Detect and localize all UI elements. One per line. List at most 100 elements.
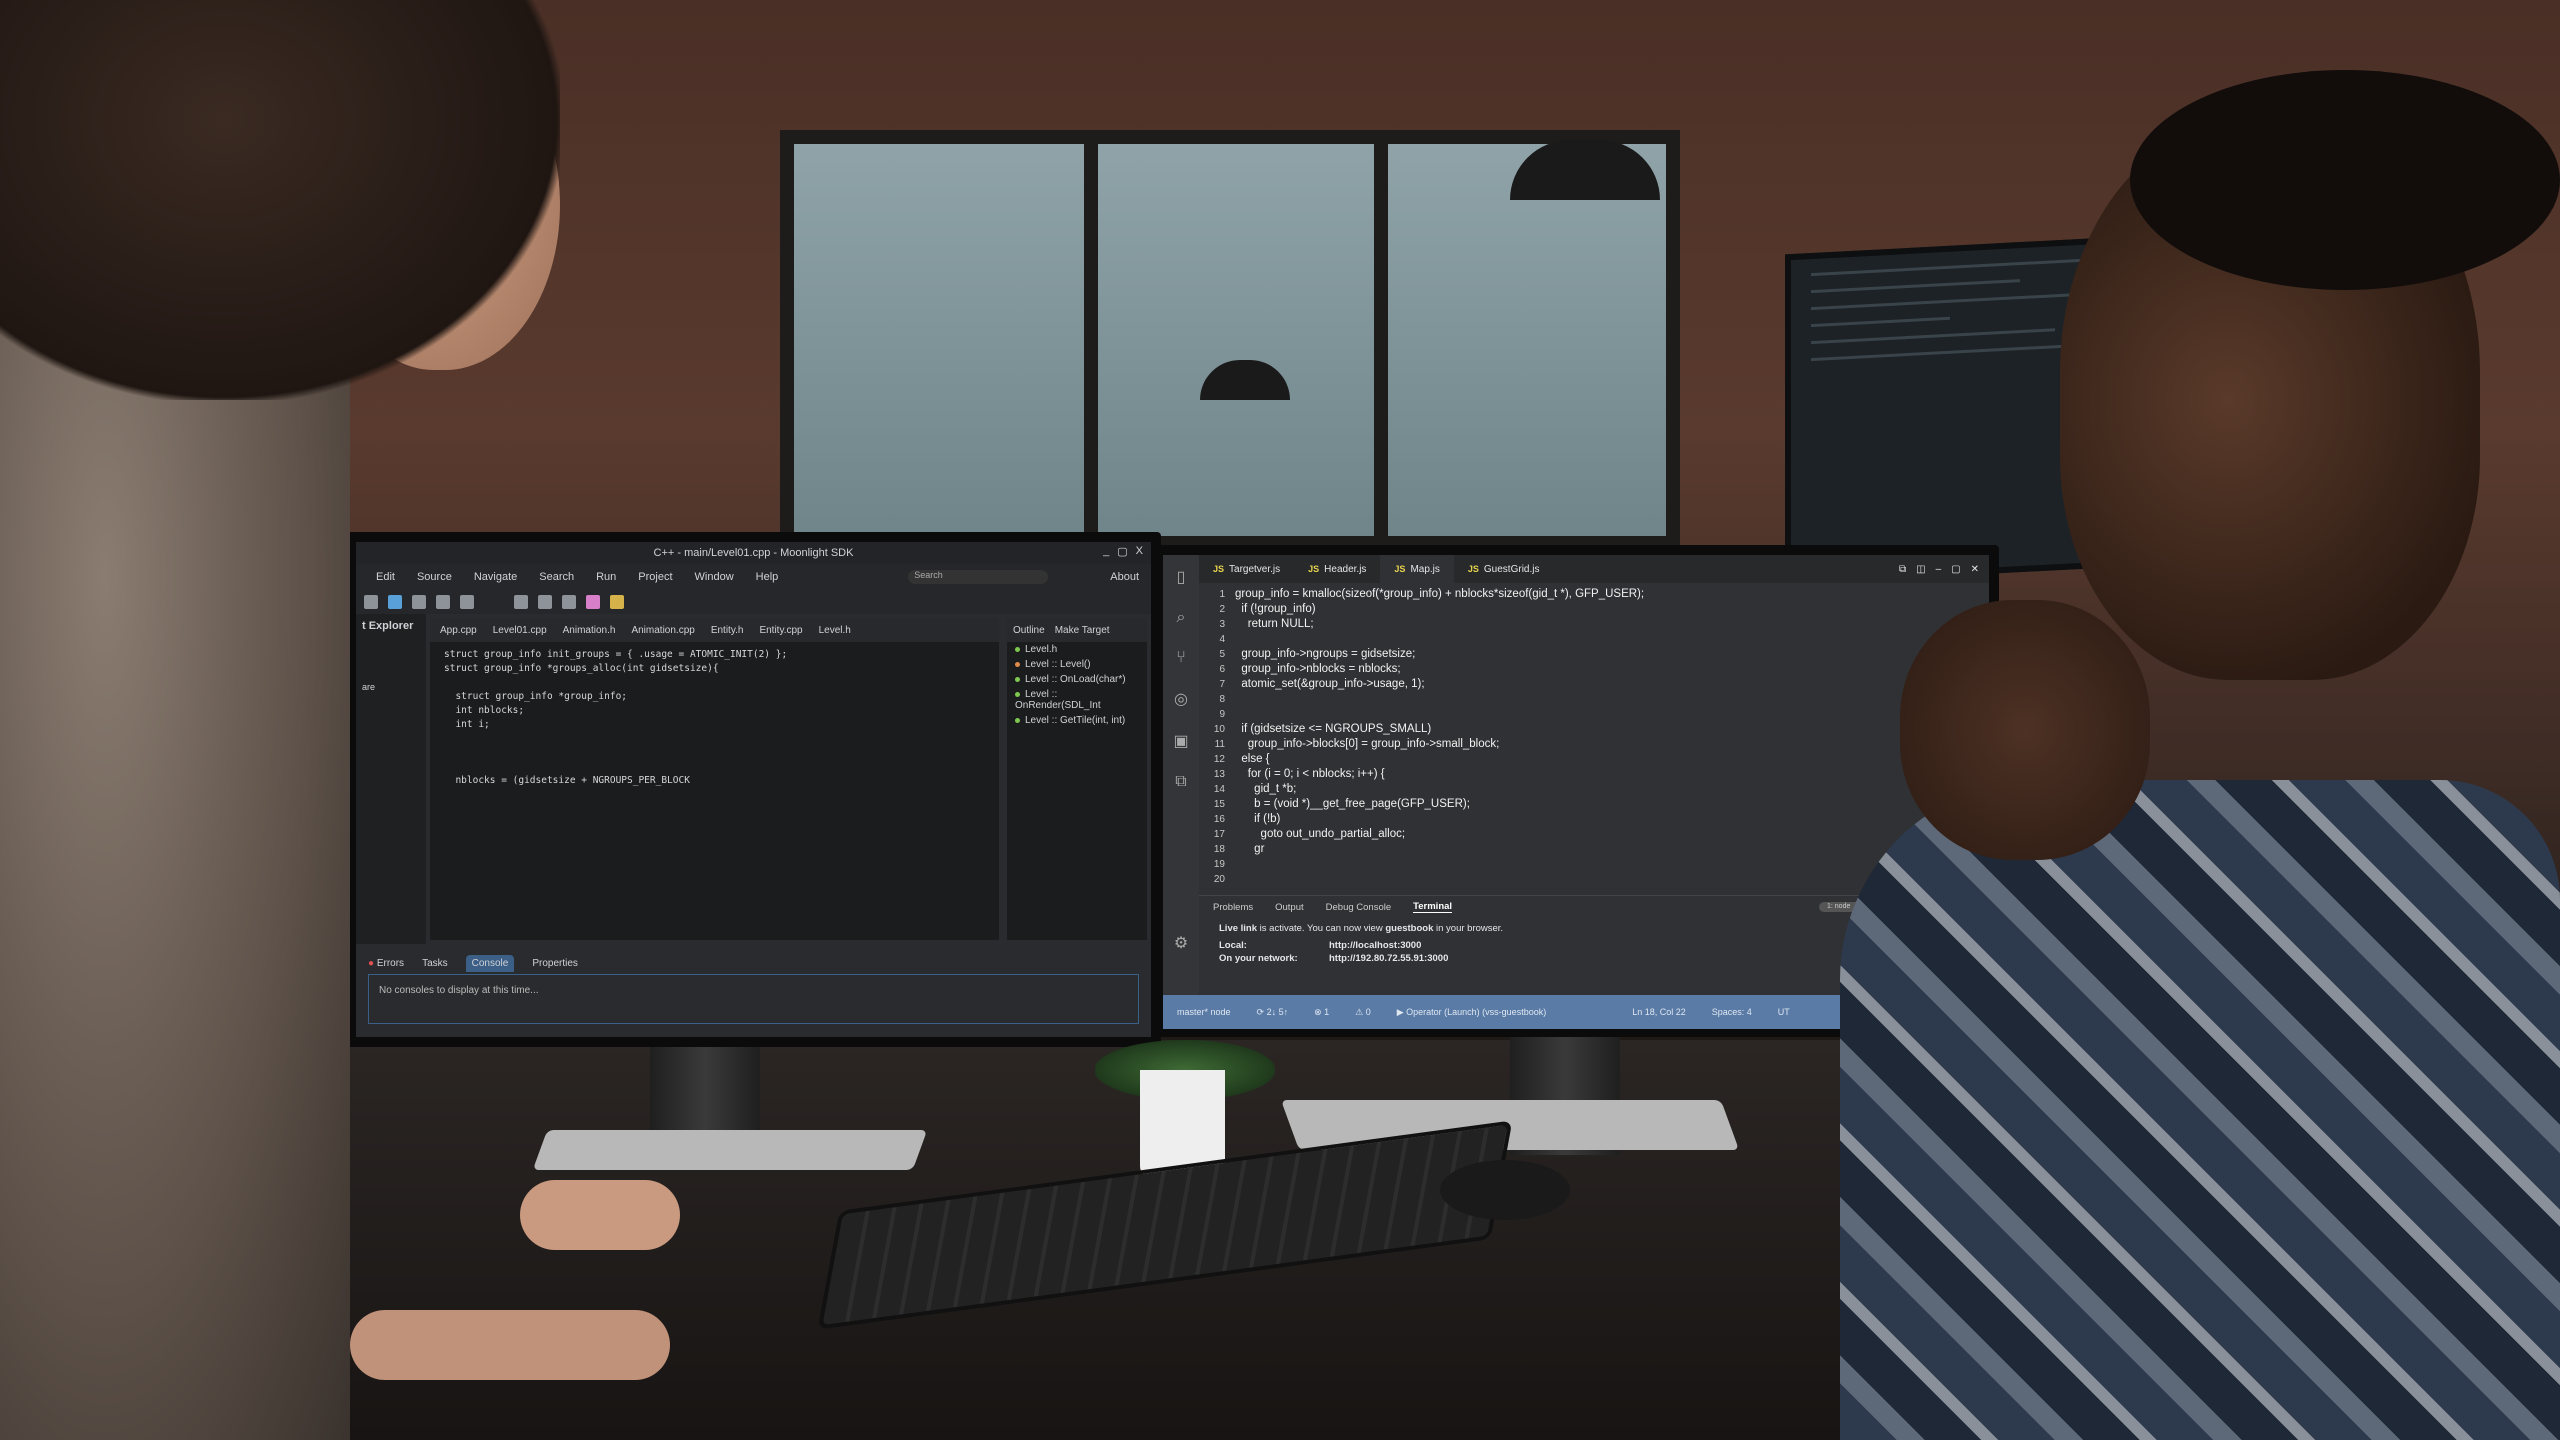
menu-search[interactable]: Search: [539, 571, 574, 583]
outline-item[interactable]: Level.h: [1007, 642, 1147, 657]
cursor-position[interactable]: Ln 18, Col 22: [1632, 1007, 1686, 1017]
man-plaid-shirt: [1840, 780, 2560, 1440]
warnings-count[interactable]: ⚠ 0: [1355, 1007, 1371, 1018]
tab-tasks[interactable]: Tasks: [422, 958, 448, 969]
title-bar: C++ - main/Level01.cpp - Moonlight SDK _…: [356, 542, 1151, 564]
user-icon[interactable]: [514, 595, 528, 609]
console-output: No consoles to display at this time...: [368, 974, 1139, 1024]
js-file-icon: JS: [1308, 564, 1320, 574]
maximize-button[interactable]: ▢: [1117, 545, 1127, 558]
tab-app-cpp[interactable]: App.cpp: [440, 625, 477, 636]
remote-icon[interactable]: ⧉: [1175, 773, 1186, 791]
about-link[interactable]: About: [1110, 571, 1139, 583]
network-label: On your network:: [1219, 953, 1298, 964]
monitor-base: [532, 1130, 928, 1170]
search-icon[interactable]: ⌕: [1177, 609, 1186, 627]
maximize-button[interactable]: ▢: [1951, 564, 1960, 575]
code-editor: App.cpp Level01.cpp Animation.h Animatio…: [430, 618, 999, 940]
tab-header-js[interactable]: JS Header.js: [1294, 555, 1380, 583]
tab-make-target[interactable]: Make Target: [1055, 625, 1110, 636]
source-control-icon[interactable]: ⑂: [1176, 649, 1186, 667]
error-icon: ●: [368, 957, 375, 969]
js-file-icon: JS: [1467, 564, 1479, 574]
code-text[interactable]: group_info = kmalloc(sizeof(*group_info)…: [1235, 587, 1644, 887]
close-button[interactable]: ✕: [1971, 564, 1979, 575]
editor-tabs: JS Targetver.js JS Header.js JS Map.js JS Gu…: [1199, 555, 1989, 583]
encoding[interactable]: UT: [1778, 1007, 1790, 1017]
menu-navigate[interactable]: Navigate: [474, 571, 517, 583]
extensions-icon[interactable]: ▣: [1173, 731, 1188, 751]
man-hand: [1900, 600, 2150, 860]
gear-icon[interactable]: ⚙: [1174, 933, 1188, 953]
outline-item[interactable]: Level :: GetTile(int, int): [1007, 713, 1147, 728]
tab-animation-cpp[interactable]: Animation.cpp: [631, 625, 694, 636]
js-file-icon: JS: [1213, 564, 1225, 574]
outline-item[interactable]: Level :: OnRender(SDL_Int: [1007, 687, 1147, 713]
menu-edit[interactable]: Edit: [376, 571, 395, 583]
window-title: C++ - main/Level01.cpp - Moonlight SDK: [653, 547, 854, 559]
local-url[interactable]: http://localhost:3000: [1329, 940, 1421, 951]
tab-outline[interactable]: Outline: [1013, 625, 1045, 636]
menu-project[interactable]: Project: [638, 571, 672, 583]
woman-hand: [350, 1310, 670, 1380]
explorer-title: t Explorer: [362, 620, 414, 632]
tab-level-h[interactable]: Level.h: [819, 625, 851, 636]
menu-help[interactable]: Help: [756, 571, 779, 583]
tab-output[interactable]: Output: [1275, 902, 1304, 913]
network-url[interactable]: http://192.80.72.55.91:3000: [1329, 953, 1448, 964]
split-editor-icon[interactable]: ◫: [1916, 564, 1925, 575]
bottom-panel-tabs: ● Errors Tasks Console Properties: [356, 952, 1151, 974]
menu-run[interactable]: Run: [596, 571, 616, 583]
line-numbers: 1 2 3 4 5 6 7 8 9 10 11 12 13 14 15 16 1…: [1213, 589, 1225, 885]
tab-errors[interactable]: ● Errors: [368, 958, 404, 969]
tab-console[interactable]: Console: [465, 954, 515, 972]
settings-icon[interactable]: [586, 595, 600, 609]
file-icon[interactable]: [538, 595, 552, 609]
woman-hair: [0, 0, 560, 400]
tab-entity-cpp[interactable]: Entity.cpp: [759, 625, 802, 636]
close-button[interactable]: X: [1136, 545, 1143, 558]
code-text[interactable]: struct group_info init_groups = { .usage…: [430, 642, 999, 940]
launch-config[interactable]: ▶ Operator (Launch) (vss-guestbook): [1397, 1007, 1546, 1018]
menu-bar: Edit Source Navigate Search Run Project …: [356, 564, 1151, 590]
debug-icon[interactable]: [610, 595, 624, 609]
hierarchy-icon[interactable]: [460, 595, 474, 609]
folder-icon[interactable]: [436, 595, 450, 609]
device-icon[interactable]: [562, 595, 576, 609]
branch-status[interactable]: master* node: [1177, 1007, 1231, 1017]
tab-properties[interactable]: Properties: [532, 958, 578, 969]
toolbar-icon[interactable]: [364, 595, 378, 609]
tab-guestgrid-js[interactable]: JS GuestGrid.js: [1454, 555, 1554, 583]
toolbar-icon[interactable]: [412, 595, 426, 609]
local-label: Local:: [1219, 940, 1247, 951]
sync-status[interactable]: ⟳ 2↓ 5↑: [1257, 1007, 1289, 1018]
indentation[interactable]: Spaces: 4: [1712, 1007, 1752, 1017]
debug-icon[interactable]: ◎: [1174, 689, 1188, 709]
files-icon[interactable]: ▯: [1177, 567, 1186, 587]
tab-terminal[interactable]: Terminal: [1413, 901, 1453, 913]
tab-level01-cpp[interactable]: Level01.cpp: [493, 625, 547, 636]
menu-source[interactable]: Source: [417, 571, 452, 583]
open-external-icon[interactable]: ⧉: [1899, 564, 1906, 575]
tab-problems[interactable]: Problems: [1213, 902, 1253, 913]
tab-map-js[interactable]: JS Map.js: [1380, 555, 1454, 583]
outline-item[interactable]: Level :: OnLoad(char*): [1007, 672, 1147, 687]
menu-window[interactable]: Window: [695, 571, 734, 583]
man-hair: [2130, 70, 2560, 290]
activity-bar: ▯ ⌕ ⑂ ◎ ▣ ⧉ ⚙: [1163, 555, 1199, 995]
tab-entity-h[interactable]: Entity.h: [711, 625, 744, 636]
code-editor: 1 2 3 4 5 6 7 8 9 10 11 12 13 14 15 16 1…: [1199, 583, 1989, 887]
tab-animation-h[interactable]: Animation.h: [563, 625, 616, 636]
tab-debug-console[interactable]: Debug Console: [1326, 902, 1392, 913]
errors-count[interactable]: ⊗ 1: [1314, 1007, 1329, 1018]
explorer-item[interactable]: are: [362, 682, 420, 692]
minimize-button[interactable]: _: [1103, 545, 1109, 558]
minimize-button[interactable]: –: [1936, 564, 1942, 575]
project-explorer: t Explorer are: [356, 614, 426, 944]
left-monitor-screen: C++ - main/Level01.cpp - Moonlight SDK _…: [356, 542, 1151, 1037]
search-input[interactable]: Search: [908, 570, 1049, 584]
toolbar-icon[interactable]: [388, 595, 402, 609]
outline-item[interactable]: Level :: Level(): [1007, 657, 1147, 672]
js-file-icon: JS: [1394, 564, 1406, 574]
tab-targetver-js[interactable]: JS Targetver.js: [1199, 555, 1294, 583]
